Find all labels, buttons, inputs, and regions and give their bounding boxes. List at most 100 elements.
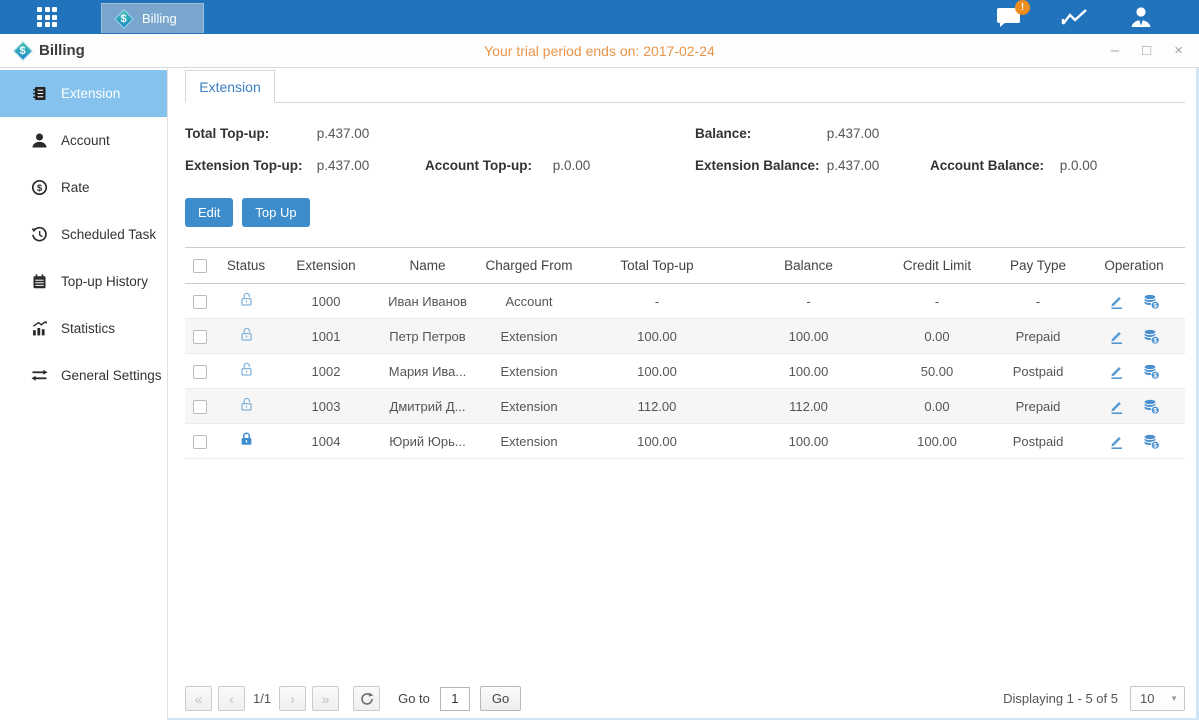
rate-icon: $ [31, 179, 48, 196]
statistics-chart-icon[interactable] [1061, 7, 1089, 28]
app-window: $ Billing ! [0, 0, 1199, 720]
col-name: Name [375, 248, 480, 284]
sidebar-item-rate[interactable]: $ Rate [0, 164, 167, 211]
window-titlebar: $ Billing Your trial period ends on: 201… [0, 34, 1199, 68]
go-button[interactable]: Go [480, 686, 521, 711]
page-size-value: 10 [1140, 691, 1154, 706]
prev-page-button[interactable]: ‹ [218, 686, 245, 711]
top-up-row-icon[interactable]: $ [1142, 398, 1160, 415]
col-operation: Operation [1083, 248, 1185, 284]
sidebar-item-label: Account [61, 133, 110, 148]
sidebar-item-scheduled-task[interactable]: Scheduled Task [0, 211, 167, 258]
edit-row-icon[interactable] [1108, 433, 1125, 450]
row-checkbox[interactable] [193, 400, 207, 414]
sidebar-item-topup-history[interactable]: Top-up History [0, 258, 167, 305]
taskbar-right-icons: ! [996, 6, 1153, 28]
notification-badge: ! [1015, 0, 1030, 15]
edit-button[interactable]: Edit [185, 198, 233, 227]
sidebar-item-account[interactable]: Account [0, 117, 167, 164]
extension-icon [31, 85, 48, 102]
account-topup-label: Account Top-up: [425, 158, 549, 173]
row-checkbox[interactable] [193, 365, 207, 379]
col-pay-type: Pay Type [993, 248, 1083, 284]
edit-row-icon[interactable] [1108, 293, 1125, 310]
unlocked-icon [238, 291, 255, 308]
sidebar: Extension Account $ Rate [0, 68, 168, 720]
row-checkbox[interactable] [193, 295, 207, 309]
table-row: 1000 Иван Иванов Account - - - - $ [185, 284, 1185, 319]
refresh-icon [360, 692, 374, 706]
extension-balance-value: p.437.00 [827, 158, 880, 173]
tab-extension[interactable]: Extension [185, 70, 275, 103]
col-extension: Extension [277, 248, 375, 284]
top-up-row-icon[interactable]: $ [1142, 363, 1160, 380]
account-balance-field: Account Balance: p.0.00 [930, 158, 1185, 173]
user-account-icon[interactable] [1129, 6, 1153, 28]
extension-topup-label: Extension Top-up: [185, 158, 313, 173]
general-settings-icon [31, 367, 48, 384]
col-total-topup: Total Top-up [578, 248, 736, 284]
page-size-select[interactable]: 10 ▼ [1130, 686, 1185, 711]
minimize-icon[interactable]: – [1111, 43, 1119, 58]
unlocked-icon [238, 361, 255, 378]
extension-balance-label: Extension Balance: [695, 158, 823, 173]
last-page-button[interactable]: » [312, 686, 339, 711]
edit-row-icon[interactable] [1108, 398, 1125, 415]
table-header-row: Status Extension Name Charged From Total… [185, 248, 1185, 284]
taskbar-tab-label: Billing [142, 11, 177, 26]
row-checkbox[interactable] [193, 330, 207, 344]
svg-text:$: $ [1154, 337, 1158, 344]
edit-row-icon[interactable] [1108, 363, 1125, 380]
first-page-button[interactable]: « [185, 686, 212, 711]
account-icon [31, 132, 48, 149]
goto-label: Go to [398, 691, 430, 706]
close-icon[interactable]: × [1174, 43, 1183, 58]
balance-field: Balance: p.437.00 [695, 126, 930, 141]
edit-row-icon[interactable] [1108, 328, 1125, 345]
goto-page-input[interactable] [440, 687, 470, 711]
statistics-icon [31, 320, 48, 337]
top-up-row-icon[interactable]: $ [1142, 328, 1160, 345]
app-grid-icon[interactable] [37, 7, 57, 27]
sidebar-item-extension[interactable]: Extension [0, 70, 167, 117]
window-title-group: $ Billing [13, 41, 85, 60]
svg-text:$: $ [1154, 372, 1158, 379]
next-page-button[interactable]: › [279, 686, 306, 711]
main-content: Extension Total Top-up: p.437.00 Balance… [168, 68, 1199, 720]
select-all-checkbox[interactable] [193, 259, 207, 273]
sidebar-item-label: Scheduled Task [61, 227, 156, 242]
action-buttons: Edit Top Up [185, 198, 1185, 227]
col-charged-from: Charged From [480, 248, 578, 284]
refresh-button[interactable] [353, 686, 380, 711]
balance-value: p.437.00 [827, 126, 880, 141]
sidebar-item-label: Extension [61, 86, 120, 101]
chevron-down-icon: ▼ [1170, 694, 1178, 703]
sidebar-item-label: Statistics [61, 321, 115, 336]
total-topup-field: Total Top-up: p.437.00 [185, 126, 425, 141]
summary-panel: Total Top-up: p.437.00 Balance: p.437.00… [185, 126, 1185, 173]
messages-icon[interactable]: ! [996, 7, 1021, 28]
svg-text:$: $ [37, 183, 43, 194]
top-up-row-icon[interactable]: $ [1142, 433, 1160, 450]
table-row: 1003 Дмитрий Д... Extension 112.00 112.0… [185, 389, 1185, 424]
extension-table-wrap: Status Extension Name Charged From Total… [185, 247, 1185, 459]
sidebar-item-general-settings[interactable]: General Settings [0, 352, 167, 399]
extension-table: Status Extension Name Charged From Total… [185, 247, 1185, 459]
sidebar-item-label: Rate [61, 180, 90, 195]
row-checkbox[interactable] [193, 435, 207, 449]
account-balance-value: p.0.00 [1060, 158, 1098, 173]
topup-history-icon [31, 273, 48, 290]
extension-topup-field: Extension Top-up: p.437.00 [185, 158, 425, 173]
billing-title-icon: $ [13, 41, 32, 60]
taskbar-billing-tab[interactable]: $ Billing [101, 3, 204, 33]
locked-icon [238, 431, 255, 448]
top-up-row-icon[interactable]: $ [1142, 293, 1160, 310]
page-indicator: 1/1 [253, 691, 271, 706]
maximize-icon[interactable]: □ [1142, 43, 1151, 58]
table-row: 1001 Петр Петров Extension 100.00 100.00… [185, 319, 1185, 354]
top-up-button[interactable]: Top Up [242, 198, 309, 227]
svg-text:$: $ [1154, 302, 1158, 309]
extension-topup-value: p.437.00 [317, 158, 370, 173]
svg-text:$: $ [1154, 407, 1158, 414]
sidebar-item-statistics[interactable]: Statistics [0, 305, 167, 352]
